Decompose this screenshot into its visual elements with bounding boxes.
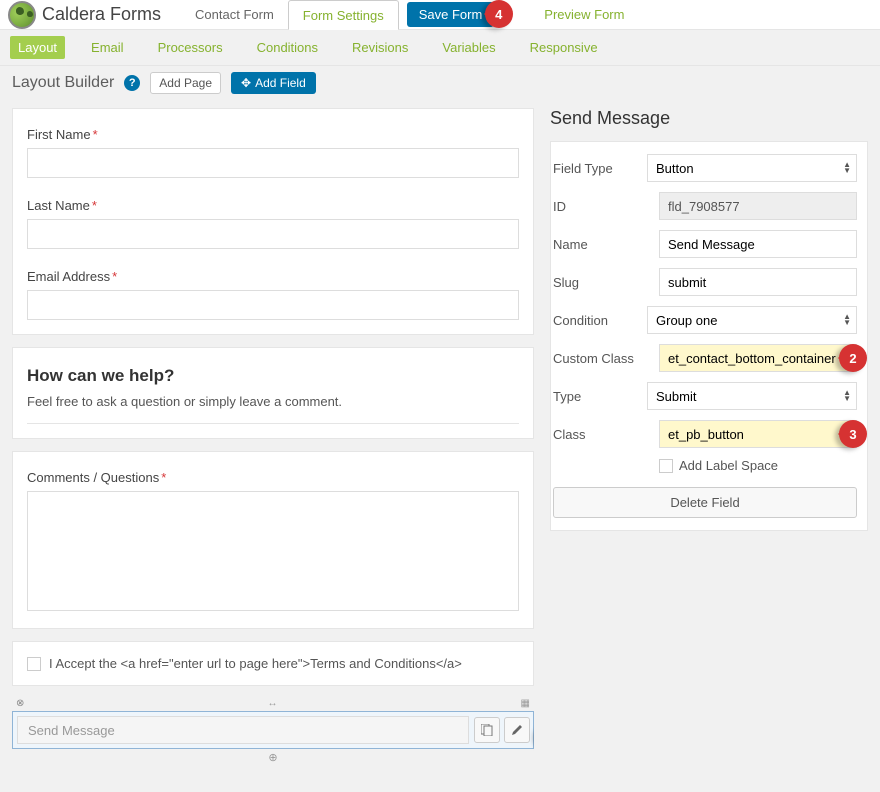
add-page-button[interactable]: Add Page [150,72,221,94]
subnav-conditions[interactable]: Conditions [249,36,326,59]
add-field-label: Add Field [255,76,306,90]
select-field-type[interactable]: ▲▼ [647,154,857,182]
edit-field-button[interactable] [504,717,530,743]
subnav-email[interactable]: Email [83,36,132,59]
subnav-processors[interactable]: Processors [150,36,231,59]
label-slug: Slug [551,275,659,290]
input-id [659,192,857,220]
subnav-layout[interactable]: Layout [10,36,65,59]
subnav-revisions[interactable]: Revisions [344,36,416,59]
caldera-logo-icon [8,1,36,29]
accept-text: I Accept the <a href="enter url to page … [49,656,462,671]
label-class: Class [551,427,659,442]
settings-title: Send Message [550,108,868,129]
tab-form-settings[interactable]: Form Settings [288,0,399,30]
layout-canvas: First Name* Last Name* Email Address* Ho… [12,108,534,792]
label-type: Type [551,389,647,404]
accept-checkbox-row[interactable]: I Accept the <a href="enter url to page … [27,656,519,671]
add-label-space-text: Add Label Space [679,458,778,473]
field-email: Email Address* [27,269,519,320]
delete-field-button[interactable]: Delete Field [553,487,857,518]
how-help-title: How can we help? [27,366,519,386]
panel-accept: I Accept the <a href="enter url to page … [12,641,534,686]
panel-how-help: How can we help? Feel free to ask a ques… [12,347,534,439]
accept-checkbox[interactable] [27,657,41,671]
add-row-below[interactable]: ⊕ [12,749,534,764]
input-slug[interactable] [659,268,857,296]
send-message-field[interactable]: Send Message [12,711,534,749]
first-name-label: First Name* [27,127,519,142]
annotation-3: 3 [839,420,867,448]
move-icon: ✥ [241,76,251,90]
divider [27,423,519,424]
annotation-4: 4 [485,0,513,28]
annotation-2: 2 [839,344,867,372]
brand-name: Caldera Forms [42,4,161,25]
field-first-name: First Name* [27,127,519,178]
label-condition: Condition [551,313,647,328]
add-label-space-row[interactable]: Add Label Space [659,458,857,473]
email-input[interactable] [27,290,519,320]
select-condition[interactable]: ▲▼ [647,306,857,334]
add-field-button[interactable]: ✥ Add Field [231,72,316,94]
comments-textarea[interactable] [27,491,519,611]
input-class[interactable] [659,420,857,448]
input-custom-class[interactable] [659,344,857,372]
input-name[interactable] [659,230,857,258]
email-label: Email Address* [27,269,519,284]
last-name-input[interactable] [27,219,519,249]
last-name-label: Last Name* [27,198,519,213]
add-label-space-checkbox[interactable] [659,459,673,473]
layout-builder-title: Layout Builder [12,74,114,92]
panel-name-fields: First Name* Last Name* Email Address* [12,108,534,335]
drag-horizontal-icon[interactable]: ↔ [267,698,277,709]
select-type[interactable]: ▲▼ [647,382,857,410]
subnav-variables[interactable]: Variables [434,36,503,59]
subnav-responsive[interactable]: Responsive [522,36,606,59]
subnav: Layout Email Processors Conditions Revis… [0,30,880,66]
panel-comments: Comments / Questions* [12,451,534,629]
comments-label: Comments / Questions* [27,470,519,485]
layout-builder-bar: Layout Builder ? Add Page ✥ Add Field [0,66,880,100]
field-last-name: Last Name* [27,198,519,249]
tab-contact-form[interactable]: Contact Form [181,0,288,30]
send-message-placeholder: Send Message [17,716,469,744]
brand-logo: Caldera Forms [8,1,161,29]
field-settings-panel: Send Message Field Type ▲▼ ID Name Slug [550,108,868,792]
label-id: ID [551,199,659,214]
preview-form-link[interactable]: Preview Form [530,0,638,30]
duplicate-field-button[interactable] [474,717,500,743]
label-name: Name [551,237,659,252]
top-header: Caldera Forms Contact Form Form Settings… [0,0,880,30]
how-help-desc: Feel free to ask a question or simply le… [27,394,519,409]
send-message-row: ⊗ ↔ ▦ Send Message ⊕ 1 [12,698,534,764]
remove-row-icon[interactable]: ⊗ [16,698,24,709]
label-custom-class: Custom Class [551,351,659,366]
first-name-input[interactable] [27,148,519,178]
help-icon[interactable]: ? [124,75,140,91]
grip-icon[interactable]: ▦ [521,698,530,709]
row-handles-top: ⊗ ↔ ▦ [12,698,534,711]
label-field-type: Field Type [551,161,647,176]
